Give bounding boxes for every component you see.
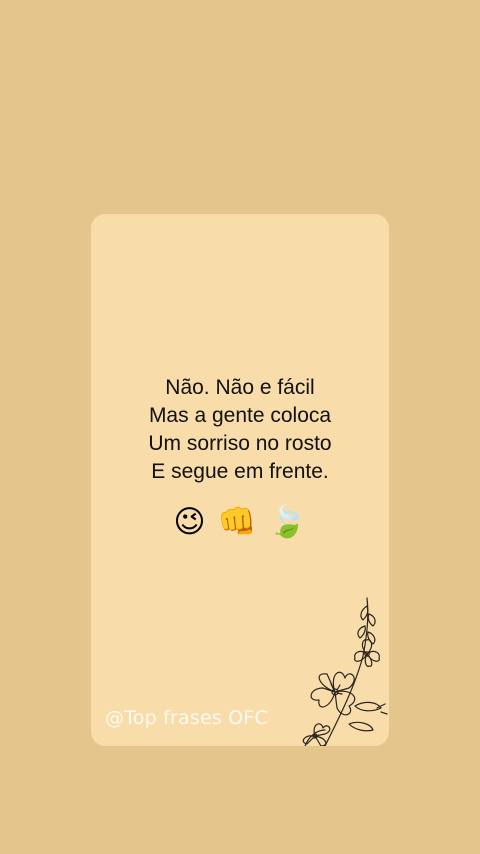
quote-text: Não. Não e fácil Mas a gente coloca Um s… [91,374,389,486]
quote-line-4: E segue em frente. [151,460,329,483]
watermark-text: @Top frases OFC [105,707,268,729]
emoji-row: 😉 👊 🍃 [91,504,389,540]
leaf-icon: 🍃 [268,504,307,540]
floral-illustration [302,597,388,746]
quote-line-2: Mas a gente coloca [148,404,332,427]
fist-icon: 👊 [217,504,257,540]
quote-card: Não. Não e fácil Mas a gente coloca Um s… [91,214,389,746]
quote-line-1: Não. Não e fácil [165,376,315,399]
quote-line-3: Um sorriso no rosto [148,432,332,455]
winking-face-icon: 😉 [173,504,206,540]
